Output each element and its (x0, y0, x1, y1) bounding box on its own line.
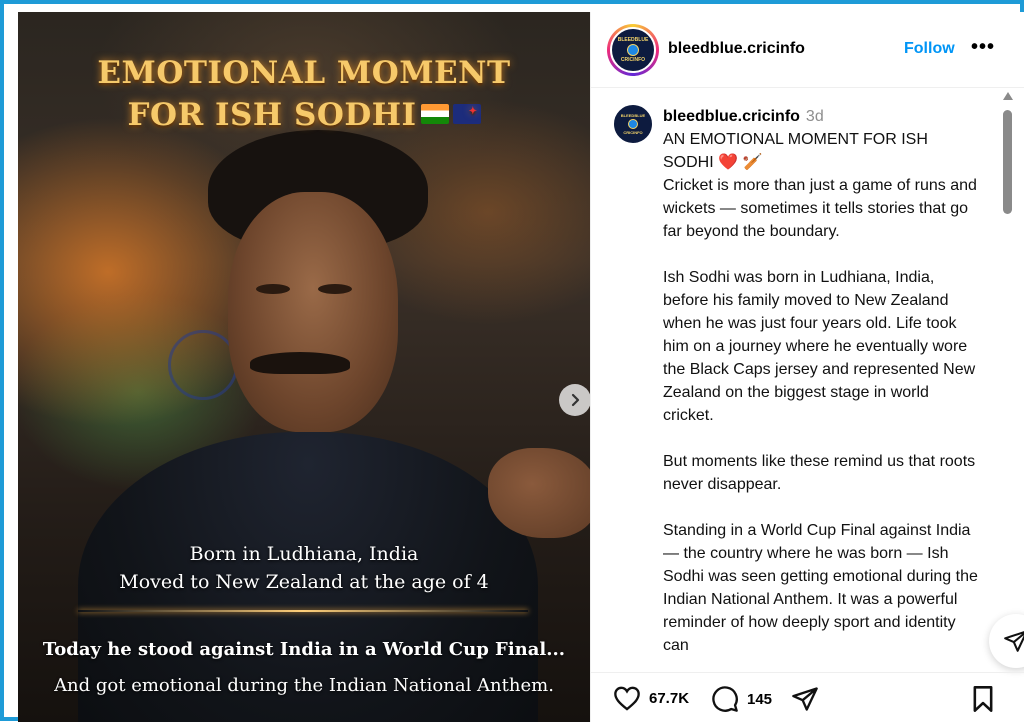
caption-title-emojis: ❤️ 🏏 (718, 154, 763, 171)
glow-divider (78, 610, 528, 612)
bookmark-icon[interactable] (971, 685, 995, 713)
save-action[interactable] (971, 685, 995, 713)
share-action[interactable] (791, 685, 819, 713)
like-action[interactable]: 67.7K (613, 685, 689, 711)
headline-line-2: FOR ISH SODHI (18, 94, 590, 136)
header-username[interactable]: bleedblue.cricinfo (668, 40, 805, 58)
scrollbar-thumb[interactable] (1003, 110, 1012, 214)
post-header: BLEEDBLUE CRICINFO bleedblue.cricinfo Fo… (591, 12, 1024, 88)
image-caption-line: And got emotional during the Indian Nati… (54, 675, 554, 696)
send-icon[interactable] (791, 685, 819, 713)
post-actions-bar: 67.7K 145 (591, 672, 1024, 722)
send-icon (1004, 631, 1024, 652)
headline-line-1: EMOTIONAL MOMENT (97, 55, 511, 91)
caption-paragraph: But moments like these remind us that ro… (663, 453, 976, 493)
avatar-text-bottom: CRICINFO (620, 57, 646, 63)
person-mustache-graphic (250, 352, 350, 374)
person-eye-graphic (318, 284, 352, 294)
person-eye-graphic (256, 284, 290, 294)
next-slide-button[interactable] (559, 384, 590, 416)
crest-icon (628, 119, 638, 129)
post-side-panel: BLEEDBLUE CRICINFO bleedblue.cricinfo Fo… (590, 12, 1024, 722)
avatar-text-bottom: CRICINFO (623, 130, 643, 135)
image-caption-bottom: Today he stood against India in a World … (18, 632, 590, 704)
headline-line-2-text: FOR ISH SODHI (127, 97, 417, 133)
comment-action[interactable]: 145 (711, 685, 772, 713)
avatar-logo: BLEEDBLUE CRICINFO (610, 27, 656, 73)
more-options-button[interactable]: ••• (971, 36, 995, 59)
crest-icon (627, 44, 639, 56)
caption-username[interactable]: bleedblue.cricinfo (663, 108, 800, 125)
person-face-graphic (228, 192, 398, 432)
new-zealand-flag-icon (452, 103, 481, 124)
chevron-right-icon (571, 393, 580, 407)
image-caption-line: Born in Ludhiana, India (189, 543, 419, 565)
post-dialog-frame: EMOTIONAL MOMENT FOR ISH SODHI Born in L… (0, 0, 1024, 722)
follow-button[interactable]: Follow (904, 40, 955, 58)
post-caption: bleedblue.cricinfo 3d AN EMOTIONAL MOMENT… (663, 105, 981, 657)
avatar-text-top: BLEEDBLUE (617, 37, 649, 43)
comment-count[interactable]: 145 (747, 691, 772, 708)
image-caption-line: Today he stood against India in a World … (42, 639, 566, 660)
like-count[interactable]: 67.7K (649, 690, 689, 707)
profile-avatar[interactable]: BLEEDBLUE CRICINFO (607, 24, 659, 76)
caption-paragraph: Cricket is more than just a game of runs… (663, 177, 977, 240)
caption-paragraph: Ish Sodhi was born in Ludhiana, India, b… (663, 269, 976, 424)
india-flag-icon (420, 103, 449, 124)
post-image[interactable]: EMOTIONAL MOMENT FOR ISH SODHI Born in L… (18, 12, 590, 722)
scroll-up-arrow-icon[interactable] (1003, 92, 1013, 100)
avatar-text-top: BLEEDBLUE (620, 113, 646, 118)
avatar-logo: BLEEDBLUE CRICINFO (613, 104, 653, 144)
comment-icon[interactable] (711, 685, 739, 713)
caption-heading: bleedblue.cricinfo 3d AN EMOTIONAL MOMENT… (663, 105, 981, 174)
image-caption-top: Born in Ludhiana, India Moved to New Zea… (18, 540, 590, 596)
caption-paragraph: Standing in a World Cup Final against In… (663, 522, 978, 654)
image-headline: EMOTIONAL MOMENT FOR ISH SODHI (18, 52, 590, 136)
caption-avatar[interactable]: BLEEDBLUE CRICINFO (613, 104, 653, 144)
hand-on-shoulder-graphic (488, 448, 590, 538)
caption-scroll-area[interactable]: BLEEDBLUE CRICINFO bleedblue.cricinfo 3d … (591, 88, 1024, 672)
post-time[interactable]: 3d (806, 108, 824, 125)
scrollbar[interactable] (1001, 88, 1015, 672)
heart-icon[interactable] (613, 685, 641, 711)
caption-title: AN EMOTIONAL MOMENT FOR ISH SODHI (663, 131, 928, 171)
image-caption-line: Moved to New Zealand at the age of 4 (119, 571, 489, 593)
